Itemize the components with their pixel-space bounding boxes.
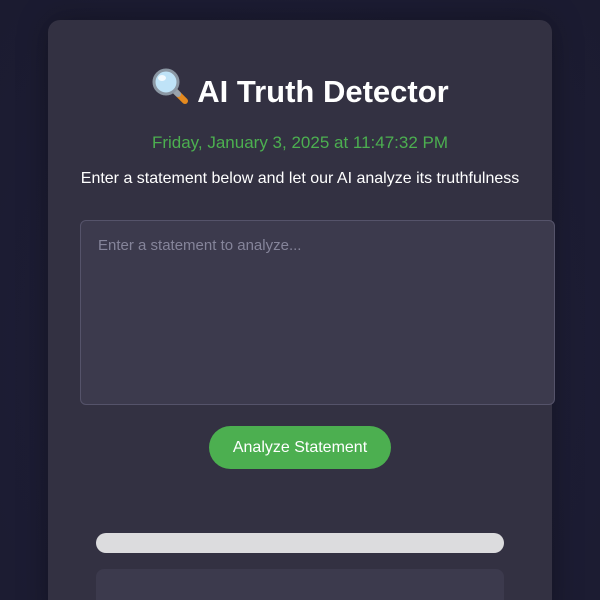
analyze-statement-button[interactable]: Analyze Statement	[209, 426, 391, 469]
statement-input[interactable]	[80, 220, 555, 405]
truth-meter	[96, 533, 504, 553]
magnifying-glass-icon	[151, 67, 189, 115]
result-panel	[96, 569, 504, 600]
instructions-text: Enter a statement below and let our AI a…	[80, 170, 520, 187]
page-title: AI Truth Detector	[0, 68, 600, 115]
title-text: AI Truth Detector	[197, 74, 449, 109]
current-datetime: Friday, January 3, 2025 at 11:47:32 PM	[151, 133, 449, 152]
